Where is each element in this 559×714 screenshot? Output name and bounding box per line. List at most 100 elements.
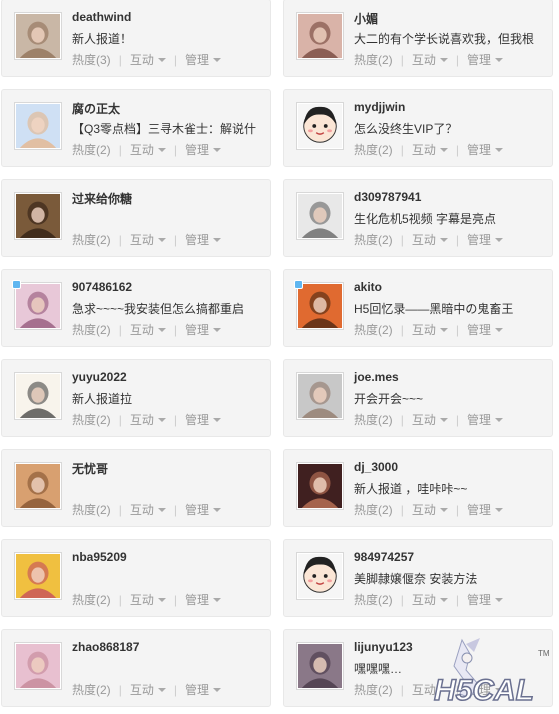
status-text[interactable]: 生化危机5视频 字幕是亮点 — [354, 210, 549, 227]
heat-label: 热度 — [354, 323, 379, 337]
username-link[interactable]: d309787941 — [354, 190, 421, 204]
manage-dropdown[interactable]: 管理 — [467, 141, 503, 158]
avatar[interactable] — [296, 552, 344, 600]
separator: | — [118, 52, 122, 67]
heat-count: (2) — [378, 682, 393, 697]
avatar[interactable] — [14, 462, 62, 510]
chevron-down-icon — [439, 507, 448, 512]
interact-dropdown[interactable]: 互动 — [412, 321, 448, 338]
username-link[interactable]: 小媚 — [354, 10, 378, 27]
username-link[interactable]: lijunyu123 — [354, 640, 413, 654]
username-link[interactable]: akito — [354, 280, 382, 294]
status-text[interactable]: H5回忆录——黑暗中の鬼畜王 — [354, 300, 549, 317]
user-card: dj_3000 新人报道 ，哇咔咔~~ 热度 (2) | 互动 | 管理 — [283, 449, 553, 527]
manage-dropdown[interactable]: 管理 — [185, 681, 221, 698]
separator: | — [455, 592, 459, 607]
username-link[interactable]: mydjjwin — [354, 100, 405, 114]
manage-dropdown[interactable]: 管理 — [185, 231, 221, 248]
status-text[interactable]: 新人报道拉 — [72, 390, 267, 407]
interact-label: 互动 — [129, 683, 154, 697]
interact-label: 互动 — [129, 593, 154, 607]
avatar[interactable] — [296, 102, 344, 150]
interact-label: 互动 — [129, 143, 154, 157]
manage-dropdown[interactable]: 管理 — [467, 501, 503, 518]
interact-dropdown[interactable]: 互动 — [412, 501, 448, 518]
heat-label: 热度 — [72, 593, 97, 607]
manage-dropdown[interactable]: 管理 — [185, 321, 221, 338]
username-link[interactable]: 无忧哥 — [72, 460, 108, 477]
interact-dropdown[interactable]: 互动 — [130, 411, 166, 428]
avatar[interactable] — [14, 102, 62, 150]
avatar[interactable] — [14, 192, 62, 240]
chevron-down-icon — [494, 237, 503, 242]
manage-dropdown[interactable]: 管理 — [185, 501, 221, 518]
interact-dropdown[interactable]: 互动 — [130, 51, 166, 68]
avatar[interactable] — [14, 372, 62, 420]
heat-label: 热度 — [354, 593, 379, 607]
manage-dropdown[interactable]: 管理 — [185, 591, 221, 608]
status-text[interactable]: 急求~~~~我安装但怎么搞都重启 — [72, 300, 267, 317]
heat-label: 热度 — [72, 413, 97, 427]
avatar[interactable] — [296, 282, 344, 330]
manage-dropdown[interactable]: 管理 — [467, 51, 503, 68]
avatar[interactable] — [14, 282, 62, 330]
avatar[interactable] — [14, 12, 62, 60]
avatar[interactable] — [296, 12, 344, 60]
manage-label: 管理 — [184, 233, 209, 247]
interact-dropdown[interactable]: 互动 — [412, 411, 448, 428]
avatar[interactable] — [296, 462, 344, 510]
separator: | — [400, 592, 404, 607]
separator: | — [173, 682, 177, 697]
user-card: 907486162 急求~~~~我安装但怎么搞都重启 热度 (2) | 互动 | 管理 — [1, 269, 271, 347]
interact-dropdown[interactable]: 互动 — [130, 141, 166, 158]
interact-dropdown[interactable]: 互动 — [130, 231, 166, 248]
interact-dropdown[interactable]: 互动 — [412, 591, 448, 608]
manage-dropdown[interactable]: 管理 — [467, 321, 503, 338]
interact-dropdown[interactable]: 互动 — [130, 321, 166, 338]
avatar[interactable] — [296, 372, 344, 420]
username-link[interactable]: 907486162 — [72, 280, 132, 294]
manage-dropdown[interactable]: 管理 — [185, 141, 221, 158]
username-link[interactable]: nba95209 — [72, 550, 127, 564]
username-link[interactable]: 984974257 — [354, 550, 414, 564]
manage-dropdown[interactable]: 管理 — [467, 591, 503, 608]
status-text[interactable]: 【Q3零点档】三寻木雀士：解说什 — [72, 120, 267, 137]
avatar[interactable] — [296, 642, 344, 690]
card-actions: 热度 (2) | 互动 | 管理 — [72, 231, 221, 248]
interact-dropdown[interactable]: 互动 — [130, 681, 166, 698]
card-actions: 热度 (2) | 互动 | 管理 — [354, 321, 503, 338]
manage-dropdown[interactable]: 管理 — [467, 411, 503, 428]
heat-count: (2) — [96, 682, 111, 697]
avatar[interactable] — [14, 552, 62, 600]
interact-dropdown[interactable]: 互动 — [130, 591, 166, 608]
status-text[interactable]: 新人报道！ — [72, 30, 267, 47]
interact-dropdown[interactable]: 互动 — [412, 231, 448, 248]
status-text[interactable]: 大二的有个学长说喜欢我，但我根 — [354, 30, 549, 47]
status-text[interactable]: 怎么没终生VIP了？ — [354, 120, 549, 137]
username-link[interactable]: zhao868187 — [72, 640, 139, 654]
separator: | — [455, 142, 459, 157]
separator: | — [455, 502, 459, 517]
username-link[interactable]: yuyu2022 — [72, 370, 127, 384]
avatar[interactable] — [14, 642, 62, 690]
avatar[interactable] — [296, 192, 344, 240]
status-text[interactable]: 新人报道 ，哇咔咔~~ — [354, 480, 549, 497]
username-link[interactable]: 腐の正太 — [72, 100, 120, 117]
status-text[interactable]: 开会开会~~~ — [354, 390, 549, 407]
username-link[interactable]: joe.mes — [354, 370, 399, 384]
status-text[interactable]: 美脚隷嬢偃奈 安装方法 — [354, 570, 549, 587]
username-link[interactable]: dj_3000 — [354, 460, 398, 474]
interact-dropdown[interactable]: 互动 — [412, 141, 448, 158]
manage-dropdown[interactable]: 管理 — [185, 51, 221, 68]
interact-dropdown[interactable]: 互动 — [412, 51, 448, 68]
username-link[interactable]: 过来给你糖 — [72, 190, 132, 207]
interact-dropdown[interactable]: 互动 — [130, 501, 166, 518]
manage-dropdown[interactable]: 管理 — [467, 231, 503, 248]
chevron-down-icon — [212, 57, 221, 62]
manage-dropdown[interactable]: 管理 — [185, 411, 221, 428]
heat-count: (3) — [96, 52, 111, 67]
username-link[interactable]: deathwind — [72, 10, 131, 24]
user-card: d309787941 生化危机5视频 字幕是亮点 热度 (2) | 互动 | 管理 — [283, 179, 553, 257]
interact-label: 互动 — [129, 233, 154, 247]
chevron-down-icon — [494, 147, 503, 152]
